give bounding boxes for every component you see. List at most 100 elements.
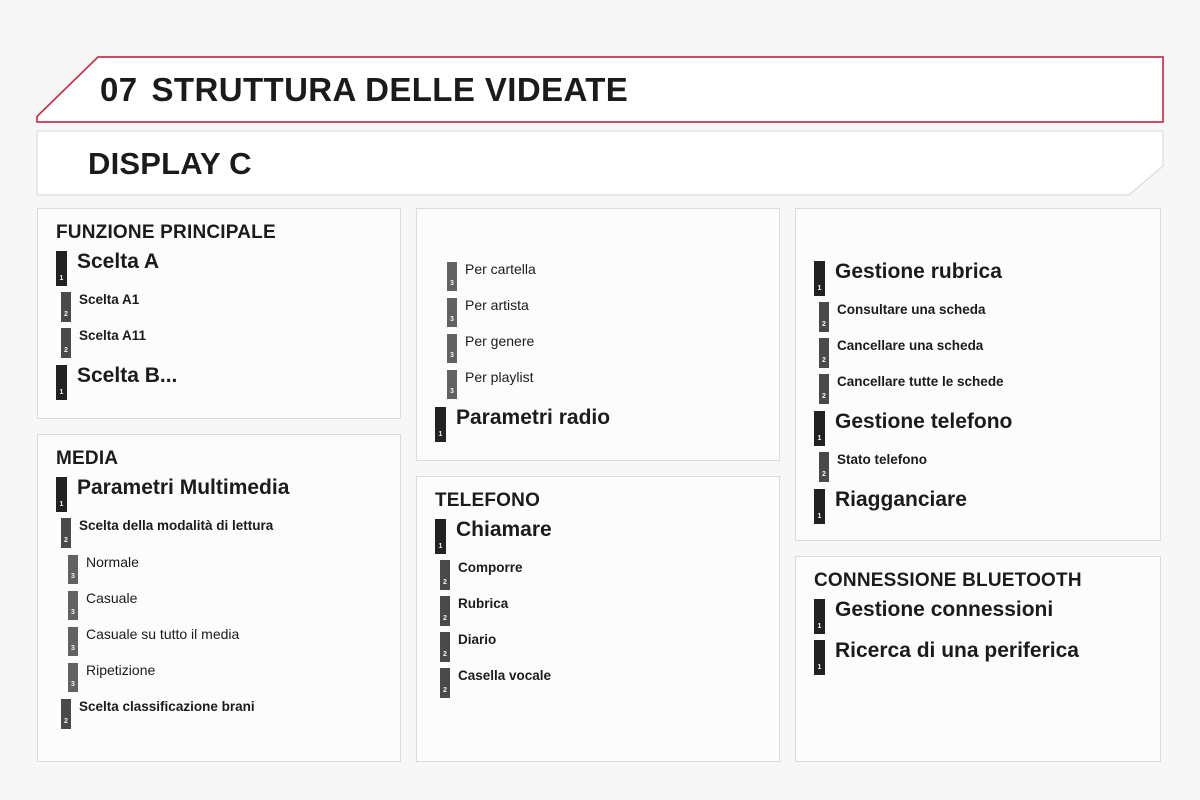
panel-media-continued: 3 Per cartella 3 Per artista 3 Per gener… xyxy=(416,208,780,461)
menu-item-label: Chiamare xyxy=(456,517,552,541)
menu-item-label: Scelta della modalità di lettura xyxy=(79,517,274,533)
menu-item-label: Per genere xyxy=(465,333,535,349)
section-title: DISPLAY C xyxy=(88,146,252,181)
menu-item-scelta-a[interactable]: 1 Scelta A xyxy=(56,249,386,286)
panel-telefono: TELEFONO 1 Chiamare 2 Comporre 2 Rubrica… xyxy=(416,476,780,762)
level-badge-2: 2 xyxy=(440,559,450,590)
menu-item-label: Comporre xyxy=(458,559,523,575)
level-badge-2: 2 xyxy=(61,327,71,358)
panel-title: FUNZIONE PRINCIPALE xyxy=(56,222,276,243)
menu-item-cancellare-tutte-le-schede[interactable]: 2 Cancellare tutte le schede xyxy=(819,373,1146,404)
menu-item-per-playlist[interactable]: 3 Per playlist xyxy=(447,369,765,399)
menu-item-gestione-connessioni[interactable]: 1 Gestione connessioni xyxy=(814,597,1146,634)
menu-item-label: Gestione rubrica xyxy=(835,260,1002,283)
menu-item-parametri-multimedia[interactable]: 1 Parametri Multimedia xyxy=(56,475,386,512)
level-badge-3: 3 xyxy=(447,370,457,399)
chapter-title: STRUTTURA DELLE VIDEATE xyxy=(151,71,629,108)
level-badge-1: 1 xyxy=(435,407,446,442)
level-badge-3: 3 xyxy=(68,626,78,656)
menu-item-chiamare[interactable]: 1 Chiamare xyxy=(435,517,765,554)
menu-item-scelta-a11[interactable]: 2 Scelta A11 xyxy=(61,327,386,358)
menu-item-parametri-radio[interactable]: 1 Parametri radio xyxy=(435,405,765,442)
menu-item-rubrica[interactable]: 2 Rubrica xyxy=(440,595,765,626)
panel-connessione-bluetooth: CONNESSIONE BLUETOOTH 1 Gestione conness… xyxy=(795,556,1161,762)
menu-item-label: Gestione telefono xyxy=(835,410,1013,433)
menu-item-riagganciare[interactable]: 1 Riagganciare xyxy=(814,487,1146,524)
menu-item-scelta-modalita-lettura[interactable]: 2 Scelta della modalità di lettura xyxy=(61,517,386,548)
menu-item-diario[interactable]: 2 Diario xyxy=(440,631,765,662)
level-badge-3: 3 xyxy=(447,334,457,363)
level-badge-2: 2 xyxy=(819,302,829,332)
menu-item-cancellare-una-scheda[interactable]: 2 Cancellare una scheda xyxy=(819,337,1146,368)
menu-item-label: Parametri radio xyxy=(456,406,611,429)
menu-item-gestione-telefono[interactable]: 1 Gestione telefono xyxy=(814,409,1146,446)
level-badge-1: 1 xyxy=(814,598,825,634)
menu-item-label: Scelta A11 xyxy=(79,327,147,343)
level-badge-1: 1 xyxy=(56,250,67,286)
menu-item-label: Riagganciare xyxy=(835,488,967,511)
menu-item-consultare-una-scheda[interactable]: 2 Consultare una scheda xyxy=(819,301,1146,332)
menu-item-label: Ripetizione xyxy=(86,661,156,678)
menu-item-scelta-classificazione-brani[interactable]: 2 Scelta classificazione brani xyxy=(61,698,386,729)
level-badge-2: 2 xyxy=(61,698,71,729)
level-badge-1: 1 xyxy=(56,476,67,512)
menu-item-label: Casuale xyxy=(86,589,138,606)
chapter-heading: 07 STRUTTURA DELLE VIDEATE xyxy=(100,71,628,109)
menu-structure-columns: FUNZIONE PRINCIPALE 1 Scelta A 2 Scelta … xyxy=(37,208,1163,762)
panel-title: CONNESSIONE BLUETOOTH xyxy=(814,570,1082,591)
level-badge-1: 1 xyxy=(814,489,825,524)
menu-item-casuale-tutto-media[interactable]: 3 Casuale su tutto il media xyxy=(68,626,386,656)
chapter-number: 07 xyxy=(100,71,138,108)
menu-item-label: Parametri Multimedia xyxy=(77,475,290,499)
level-badge-2: 2 xyxy=(61,517,71,548)
level-badge-2: 2 xyxy=(819,374,829,404)
level-badge-2: 2 xyxy=(440,667,450,698)
menu-item-label: Scelta classificazione brani xyxy=(79,698,255,714)
menu-item-comporre[interactable]: 2 Comporre xyxy=(440,559,765,590)
level-badge-2: 2 xyxy=(819,338,829,368)
menu-item-per-cartella[interactable]: 3 Per cartella xyxy=(447,261,765,291)
menu-item-label: Cancellare tutte le schede xyxy=(837,374,1004,389)
level-badge-2: 2 xyxy=(61,291,71,322)
menu-item-scelta-b[interactable]: 1 Scelta B... xyxy=(56,363,386,400)
level-badge-3: 3 xyxy=(447,298,457,327)
menu-item-scelta-a1[interactable]: 2 Scelta A1 xyxy=(61,291,386,322)
level-badge-2: 2 xyxy=(440,631,450,662)
manual-page: 07 STRUTTURA DELLE VIDEATE DISPLAY C FUNZ… xyxy=(0,0,1200,800)
menu-item-casuale[interactable]: 3 Casuale xyxy=(68,590,386,620)
column-3: 1 Gestione rubrica 2 Consultare una sche… xyxy=(795,208,1161,762)
menu-item-stato-telefono[interactable]: 2 Stato telefono xyxy=(819,451,1146,482)
menu-item-casella-vocale[interactable]: 2 Casella vocale xyxy=(440,667,765,698)
level-badge-2: 2 xyxy=(440,595,450,626)
menu-item-gestione-rubrica[interactable]: 1 Gestione rubrica xyxy=(814,259,1146,296)
level-badge-3: 3 xyxy=(68,590,78,620)
menu-item-label: Scelta A1 xyxy=(79,291,140,307)
level-badge-3: 3 xyxy=(447,262,457,291)
menu-item-label: Consultare una scheda xyxy=(837,302,986,317)
menu-item-ricerca-periferica[interactable]: 1 Ricerca di una periferica xyxy=(814,638,1146,675)
menu-item-label: Per artista xyxy=(465,297,529,313)
level-badge-3: 3 xyxy=(68,554,78,584)
menu-item-label: Scelta A xyxy=(77,249,160,273)
menu-item-label: Scelta B... xyxy=(77,363,178,387)
panel-media: MEDIA 1 Parametri Multimedia 2 Scelta de… xyxy=(37,433,401,762)
level-badge-1: 1 xyxy=(435,518,446,554)
menu-item-label: Stato telefono xyxy=(837,452,927,467)
panel-spacer xyxy=(814,221,1146,255)
panel-telefono-continued: 1 Gestione rubrica 2 Consultare una sche… xyxy=(795,208,1161,541)
level-badge-2: 2 xyxy=(819,452,829,482)
menu-item-label: Rubrica xyxy=(458,595,509,611)
menu-item-label: Per playlist xyxy=(465,369,534,385)
menu-item-per-artista[interactable]: 3 Per artista xyxy=(447,297,765,327)
menu-item-label: Ricerca di una periferica xyxy=(835,638,1079,662)
menu-item-label: Cancellare una scheda xyxy=(837,338,984,353)
level-badge-1: 1 xyxy=(814,639,825,675)
menu-item-label: Casuale su tutto il media xyxy=(86,625,240,642)
menu-item-label: Gestione connessioni xyxy=(835,597,1054,621)
menu-item-label: Per cartella xyxy=(465,261,536,277)
menu-item-per-genere[interactable]: 3 Per genere xyxy=(447,333,765,363)
menu-item-normale[interactable]: 3 Normale xyxy=(68,554,386,584)
level-badge-1: 1 xyxy=(814,261,825,296)
menu-item-ripetizione[interactable]: 3 Ripetizione xyxy=(68,662,386,692)
panel-title: TELEFONO xyxy=(435,490,541,511)
